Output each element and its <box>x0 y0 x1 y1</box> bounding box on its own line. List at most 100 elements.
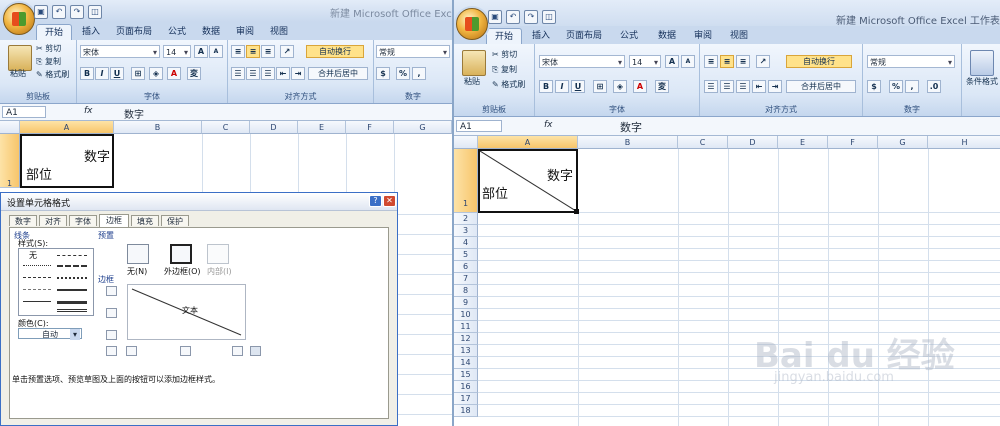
column-header-g[interactable]: G <box>878 136 928 149</box>
shrink-font-button[interactable]: A <box>209 45 223 58</box>
column-header-d[interactable]: D <box>250 121 298 134</box>
font-color-icon[interactable]: A <box>167 67 181 80</box>
redo-icon[interactable]: ↷ <box>524 10 538 24</box>
office-button[interactable] <box>456 8 488 40</box>
row-header-1[interactable]: 1 <box>0 134 20 188</box>
copy-button[interactable]: ⎘ 复制 <box>36 56 61 67</box>
accounting-icon[interactable]: $ <box>867 80 881 93</box>
tab-home[interactable]: 开始 <box>36 24 73 41</box>
preset-outline-label[interactable]: 外边框(O) <box>164 266 201 277</box>
row-header-14[interactable]: 14 <box>454 357 478 369</box>
align-top-icon[interactable]: ≡ <box>704 55 718 68</box>
tab-view[interactable]: 视图 <box>722 28 756 44</box>
border-bottom-icon[interactable] <box>106 330 117 340</box>
undo-icon[interactable]: ↶ <box>506 10 520 24</box>
name-box[interactable]: A1 <box>456 120 502 132</box>
column-header-h[interactable]: H <box>928 136 1000 149</box>
undo-icon[interactable]: ↶ <box>52 5 66 19</box>
line-style-medium-dash[interactable] <box>57 255 87 256</box>
worksheet-grid[interactable]: A B C D E F G H 1 2 3 4 5 6 7 8 9 10 11 … <box>454 136 1000 426</box>
column-header-f[interactable]: F <box>346 121 394 134</box>
close-icon[interactable]: ✕ <box>383 195 396 207</box>
border-diag-down-icon[interactable] <box>250 346 261 356</box>
line-style-double[interactable] <box>57 309 87 312</box>
underline-button[interactable]: U <box>571 80 585 93</box>
format-painter-button[interactable]: ✎ 格式刷 <box>492 79 525 90</box>
row-header-6[interactable]: 6 <box>454 261 478 273</box>
decrease-indent-icon[interactable]: ⇤ <box>276 67 290 80</box>
select-all-corner[interactable] <box>454 136 478 149</box>
wrap-text-button[interactable]: 自动换行 <box>786 55 852 68</box>
font-color-icon[interactable]: A <box>633 80 647 93</box>
borders-icon[interactable]: ⊞ <box>593 80 607 93</box>
align-left-icon[interactable]: ☰ <box>231 67 245 80</box>
decrease-indent-icon[interactable]: ⇤ <box>752 80 766 93</box>
column-header-d[interactable]: D <box>728 136 778 149</box>
row-header-10[interactable]: 10 <box>454 309 478 321</box>
line-style-medium[interactable] <box>57 289 87 291</box>
italic-button[interactable]: I <box>555 80 569 93</box>
border-middle-v-icon[interactable] <box>180 346 191 356</box>
tab-font[interactable]: 字体 <box>69 215 97 226</box>
tab-page-layout[interactable]: 页面布局 <box>108 24 160 40</box>
fill-handle[interactable] <box>574 209 579 214</box>
conditional-format-label[interactable]: 条件格式 <box>966 76 998 87</box>
font-name-select[interactable]: 宋体 <box>80 45 160 59</box>
cell-a1[interactable]: 数字 部位 <box>478 149 579 214</box>
border-diag-up-icon[interactable] <box>106 346 117 356</box>
row-header-5[interactable]: 5 <box>454 249 478 261</box>
tab-protection[interactable]: 保护 <box>161 215 189 226</box>
row-header-18[interactable]: 18 <box>454 405 478 417</box>
increase-indent-icon[interactable]: ⇥ <box>291 67 305 80</box>
phonetic-icon[interactable]: 変 <box>187 67 201 80</box>
increase-decimal-icon[interactable]: .0 <box>927 80 941 93</box>
align-middle-icon[interactable]: ≡ <box>246 45 260 58</box>
paste-label[interactable]: 粘贴 <box>464 76 480 87</box>
print-preview-icon[interactable]: ◫ <box>88 5 102 19</box>
cell-a1[interactable]: 数字 部位 <box>20 134 114 188</box>
line-style-thick[interactable] <box>57 301 87 304</box>
tab-view[interactable]: 视图 <box>262 24 296 40</box>
copy-button[interactable]: ⎘ 复制 <box>492 64 517 75</box>
orientation-icon[interactable]: ↗ <box>756 55 770 68</box>
tab-fill[interactable]: 填充 <box>131 215 159 226</box>
row-header-15[interactable]: 15 <box>454 369 478 381</box>
row-header-4[interactable]: 4 <box>454 237 478 249</box>
row-header-7[interactable]: 7 <box>454 273 478 285</box>
border-left-icon[interactable] <box>126 346 137 356</box>
underline-button[interactable]: U <box>110 67 124 80</box>
align-right-icon[interactable]: ☰ <box>261 67 275 80</box>
font-size-select[interactable]: 14 <box>163 45 191 59</box>
line-style-none[interactable]: 无 <box>29 250 37 261</box>
number-format-select[interactable]: 常规 <box>867 55 955 69</box>
cut-button[interactable]: ✂ 剪切 <box>492 49 517 60</box>
column-header-f[interactable]: F <box>828 136 878 149</box>
paste-icon[interactable] <box>462 50 486 76</box>
office-button[interactable] <box>3 3 35 35</box>
column-header-g[interactable]: G <box>394 121 452 134</box>
row-header-2[interactable]: 2 <box>454 213 478 225</box>
preset-outline-icon[interactable] <box>170 244 192 264</box>
cut-button[interactable]: ✂ 剪切 <box>36 43 61 54</box>
wrap-text-button[interactable]: 自动换行 <box>306 45 364 58</box>
align-middle-icon[interactable]: ≡ <box>720 55 734 68</box>
align-right-icon[interactable]: ☰ <box>736 80 750 93</box>
line-style-dashed[interactable] <box>23 277 51 278</box>
tab-data[interactable]: 数据 <box>194 24 228 40</box>
column-header-a[interactable]: A <box>20 121 114 134</box>
fill-color-icon[interactable]: ◈ <box>613 80 627 93</box>
column-header-b[interactable]: B <box>114 121 202 134</box>
line-style-thick-dash[interactable] <box>57 265 87 267</box>
paste-label[interactable]: 粘贴 <box>10 68 26 79</box>
accounting-icon[interactable]: $ <box>376 67 390 80</box>
column-header-c[interactable]: C <box>202 121 250 134</box>
comma-button[interactable]: , <box>905 80 919 93</box>
fill-color-icon[interactable]: ◈ <box>149 67 163 80</box>
row-header-11[interactable]: 11 <box>454 321 478 333</box>
color-select[interactable]: 自动 ▾ <box>18 328 82 340</box>
tab-insert[interactable]: 插入 <box>74 24 108 40</box>
line-style-list[interactable]: 无 <box>18 248 94 316</box>
align-bottom-icon[interactable]: ≡ <box>736 55 750 68</box>
merge-center-button[interactable]: 合并后居中 <box>308 67 368 80</box>
tab-formulas[interactable]: 公式 <box>612 28 646 44</box>
